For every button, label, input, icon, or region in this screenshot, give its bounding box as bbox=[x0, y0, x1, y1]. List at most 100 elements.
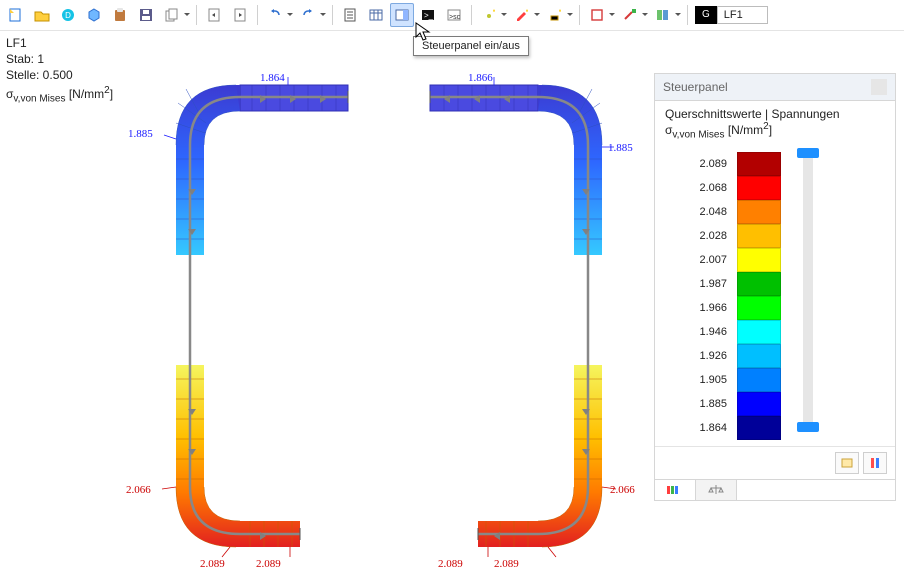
add-point-dropdown[interactable] bbox=[566, 12, 574, 18]
panel-close-button[interactable] bbox=[871, 79, 887, 95]
open-button[interactable] bbox=[30, 3, 54, 27]
cloud-button[interactable]: D bbox=[56, 3, 80, 27]
legend-row: 1.966 bbox=[667, 296, 781, 320]
val-low-left: 2.066 bbox=[126, 484, 151, 496]
new-entity-dropdown[interactable] bbox=[500, 12, 508, 18]
val-bl-a: 2.089 bbox=[200, 558, 225, 570]
redo-button[interactable] bbox=[296, 3, 320, 27]
graphics-viewport[interactable]: LF1 Stab: 1 Stelle: 0.500 σv,von Mises [… bbox=[0, 29, 904, 587]
paste-button[interactable] bbox=[108, 3, 132, 27]
control-panel: Steuerpanel Querschnittswerte | Spannung… bbox=[654, 73, 896, 501]
color-legend: 2.089 2.068 2.048 2.028 2.007 1.987 1.966 1.946… bbox=[667, 152, 781, 440]
tab-balance[interactable] bbox=[696, 480, 737, 500]
legend-row: 2.007 bbox=[667, 248, 781, 272]
legend-value: 1.905 bbox=[667, 374, 727, 386]
legend-swatch bbox=[737, 416, 781, 440]
redo-dropdown[interactable] bbox=[319, 12, 327, 18]
panel-tabs bbox=[655, 479, 895, 500]
val-mid-right: 1.885 bbox=[608, 142, 633, 154]
loadcase-label: LF1 bbox=[717, 6, 768, 24]
legend-row: 1.946 bbox=[667, 320, 781, 344]
range-slider-min-handle[interactable] bbox=[797, 422, 819, 432]
save-button[interactable] bbox=[134, 3, 158, 27]
legend-swatch bbox=[737, 392, 781, 416]
tab-colors[interactable] bbox=[655, 480, 696, 500]
svg-text:D: D bbox=[65, 11, 71, 20]
val-top-right: 1.866 bbox=[468, 72, 493, 84]
catalog-dropdown[interactable] bbox=[674, 12, 682, 18]
val-br-a: 2.089 bbox=[438, 558, 463, 570]
legend-settings-button[interactable] bbox=[863, 452, 887, 474]
legend-value: 2.028 bbox=[667, 230, 727, 242]
script-button[interactable]: >sc bbox=[442, 3, 466, 27]
table-button[interactable] bbox=[364, 3, 388, 27]
legend-swatch bbox=[737, 248, 781, 272]
legend-row: 2.028 bbox=[667, 224, 781, 248]
page-next-button[interactable] bbox=[228, 3, 252, 27]
section-button[interactable] bbox=[585, 3, 609, 27]
panel-heading: Querschnittswerte | Spannungen σv,von Mi… bbox=[655, 101, 895, 142]
legend-row: 2.068 bbox=[667, 176, 781, 200]
legend-swatch bbox=[737, 152, 781, 176]
page-prev-button[interactable] bbox=[202, 3, 226, 27]
new-doc-button[interactable] bbox=[4, 3, 28, 27]
legend-row: 2.089 bbox=[667, 152, 781, 176]
dimension-button[interactable] bbox=[618, 3, 642, 27]
val-br-b: 2.089 bbox=[494, 558, 519, 570]
undo-dropdown[interactable] bbox=[286, 12, 294, 18]
legend-swatch bbox=[737, 368, 781, 392]
undo-button[interactable] bbox=[263, 3, 287, 27]
legend-value: 2.089 bbox=[667, 158, 727, 170]
panel-titlebar[interactable]: Steuerpanel bbox=[655, 74, 895, 101]
legend-value: 2.048 bbox=[667, 206, 727, 218]
legend-value: 1.946 bbox=[667, 326, 727, 338]
legend-row: 1.864 bbox=[667, 416, 781, 440]
range-slider[interactable] bbox=[803, 152, 813, 428]
loadcase-selector[interactable]: G LF1 bbox=[695, 6, 768, 24]
panel-toggle-button[interactable] bbox=[390, 3, 414, 27]
copy-dropdown[interactable] bbox=[183, 12, 191, 18]
loadcase-badge: G bbox=[695, 6, 717, 24]
range-slider-max-handle[interactable] bbox=[797, 148, 819, 158]
legend-swatch bbox=[737, 200, 781, 224]
main-toolbar: D >_ >sc G LF1 bbox=[0, 0, 904, 31]
legend-row: 2.048 bbox=[667, 200, 781, 224]
legend-row: 1.987 bbox=[667, 272, 781, 296]
legend-value: 1.966 bbox=[667, 302, 727, 314]
legend-value: 2.068 bbox=[667, 182, 727, 194]
add-point-button[interactable] bbox=[543, 3, 567, 27]
new-entity-button[interactable] bbox=[477, 3, 501, 27]
legend-row: 1.905 bbox=[667, 368, 781, 392]
calculator-button[interactable] bbox=[338, 3, 362, 27]
legend-value: 2.007 bbox=[667, 254, 727, 266]
apply-button[interactable] bbox=[835, 452, 859, 474]
val-mid-left: 1.885 bbox=[128, 128, 153, 140]
section-dropdown[interactable] bbox=[608, 12, 616, 18]
val-low-right: 2.066 bbox=[610, 484, 635, 496]
console-button[interactable]: >_ bbox=[416, 3, 440, 27]
legend-swatch bbox=[737, 320, 781, 344]
panel-tools bbox=[655, 446, 895, 479]
model-button[interactable] bbox=[82, 3, 106, 27]
legend-swatch bbox=[737, 344, 781, 368]
legend-value: 1.926 bbox=[667, 350, 727, 362]
legend-value: 1.987 bbox=[667, 278, 727, 290]
legend-row: 1.885 bbox=[667, 392, 781, 416]
section-drawing: 1.864 1.866 1.885 1.885 2.066 2.066 2.08… bbox=[0, 29, 640, 587]
copy-button[interactable] bbox=[160, 3, 184, 27]
legend-swatch bbox=[737, 224, 781, 248]
legend-swatch bbox=[737, 272, 781, 296]
edit-entity-button[interactable] bbox=[510, 3, 534, 27]
val-top-left: 1.864 bbox=[260, 72, 285, 84]
svg-text:>sc: >sc bbox=[449, 14, 461, 21]
dimension-dropdown[interactable] bbox=[641, 12, 649, 18]
edit-entity-dropdown[interactable] bbox=[533, 12, 541, 18]
val-bl-b: 2.089 bbox=[256, 558, 281, 570]
legend-swatch bbox=[737, 296, 781, 320]
legend-value: 1.864 bbox=[667, 422, 727, 434]
svg-text:>_: >_ bbox=[424, 11, 434, 20]
legend-value: 1.885 bbox=[667, 398, 727, 410]
legend-row: 1.926 bbox=[667, 344, 781, 368]
catalog-button[interactable] bbox=[651, 3, 675, 27]
legend-swatch bbox=[737, 176, 781, 200]
